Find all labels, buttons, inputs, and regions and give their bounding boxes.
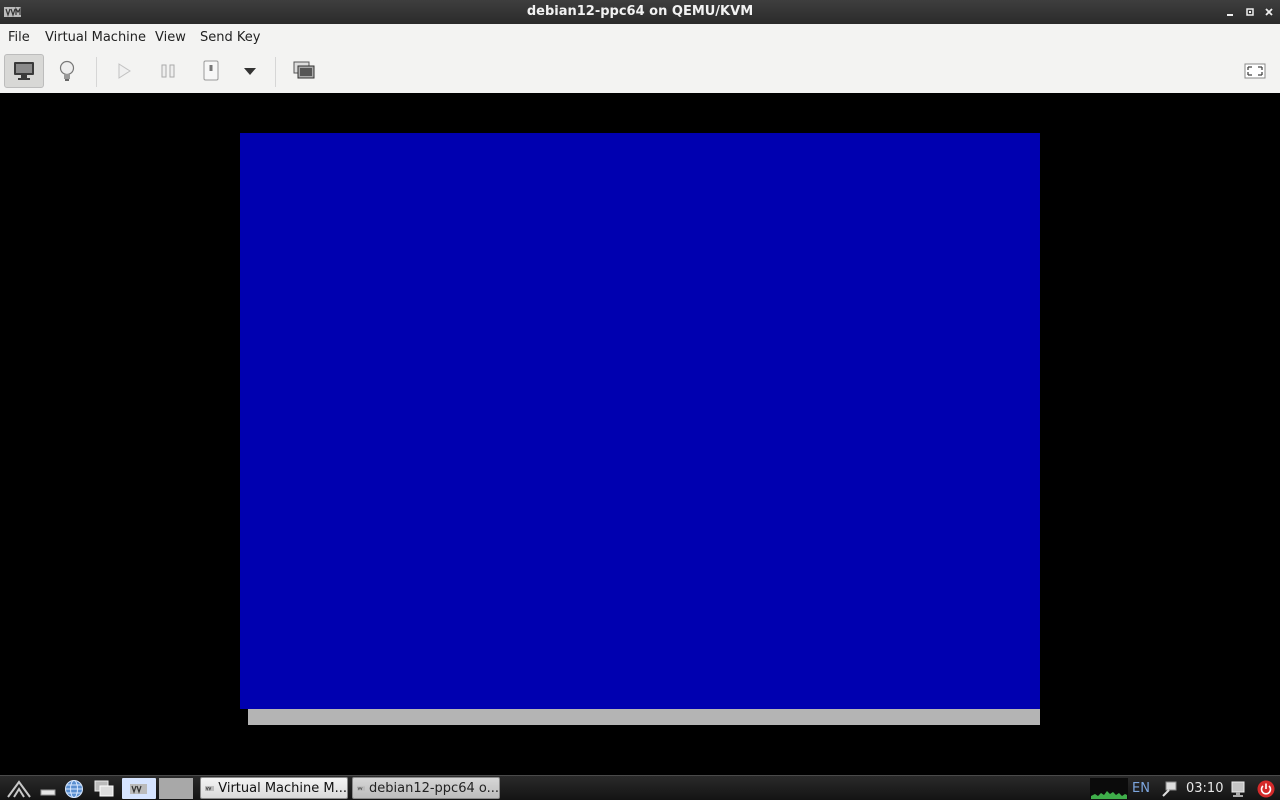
clock[interactable]: 03:10 [1186,781,1223,796]
keyboard-layout-indicator[interactable]: EN [1132,781,1150,796]
cpu-graph-icon [1091,790,1127,799]
desktop-icon [40,789,56,795]
start-menu-button[interactable] [4,778,34,799]
fullscreen-button[interactable] [1235,54,1275,88]
cpu-monitor [1090,778,1128,799]
power-switch-icon [203,60,219,81]
snapshots-button[interactable] [284,54,324,88]
minimize-icon[interactable] [1222,4,1238,20]
shutdown-menu-button[interactable] [230,54,270,88]
pause-button[interactable] [148,54,188,88]
show-desktop-button[interactable] [38,778,58,799]
window-titlebar: debian12-ppc64 on QEMU/KVM [0,0,1280,24]
task-debian12-console[interactable]: debian12-ppc64 o... [352,777,500,799]
vm-display[interactable] [240,133,1040,709]
virt-manager-icon [130,783,147,794]
network-icon [1162,781,1177,797]
workspace-2[interactable] [159,778,193,799]
toolbar-separator [96,57,97,87]
vm-console-area[interactable] [0,93,1280,775]
menu-view[interactable]: View [155,30,186,45]
chevron-down-icon [244,68,256,75]
power-icon [1257,780,1275,797]
fullscreen-icon [1244,63,1266,79]
network-indicator[interactable] [1158,778,1180,799]
monitor-icon [14,62,34,80]
virt-manager-icon [205,785,215,791]
toolbar [0,51,1280,94]
lightbulb-icon [59,60,75,81]
toolbar-separator [275,57,276,87]
task-label: debian12-ppc64 o... [369,780,499,796]
console-scrollbar[interactable] [248,709,1040,725]
menu-send-key[interactable]: Send Key [200,30,260,45]
windows-icon [94,780,114,796]
task-label: Virtual Machine M... [218,780,347,796]
close-icon[interactable] [1261,4,1277,20]
globe-icon [65,779,83,798]
task-virtual-machine-manager[interactable]: Virtual Machine M... [200,777,348,799]
console-view-button[interactable] [4,54,44,88]
window-title: debian12-ppc64 on QEMU/KVM [526,4,754,19]
maximize-icon[interactable] [1242,4,1258,20]
logout-button[interactable] [1255,778,1277,799]
taskbar: Virtual Machine M... debian12-ppc64 o...… [0,775,1280,800]
run-button[interactable] [104,54,144,88]
pause-icon [161,64,175,78]
lock-screen-icon [1231,781,1245,797]
file-manager-launcher[interactable] [92,778,116,799]
workspace-1[interactable] [122,778,156,799]
lock-screen-button[interactable] [1228,778,1248,799]
menubar: File Virtual Machine View Send Key [0,24,1280,52]
snapshots-icon [293,61,315,79]
virt-manager-icon [357,785,365,791]
details-view-button[interactable] [47,54,87,88]
menu-file[interactable]: File [8,30,30,45]
shutdown-button[interactable] [191,54,231,88]
browser-launcher[interactable] [62,778,86,799]
play-icon [118,63,131,79]
menu-virtual-machine[interactable]: Virtual Machine [45,30,146,45]
distro-logo-icon [7,779,31,798]
